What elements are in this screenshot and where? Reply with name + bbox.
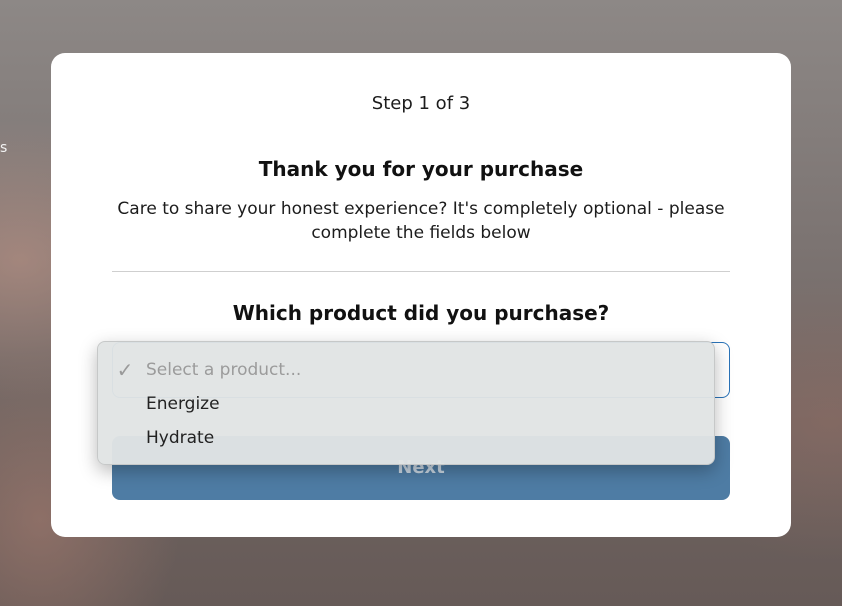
divider [112,271,730,272]
product-dropdown-menu: ✓ Select a product... Energize Hydrate [97,341,715,465]
dropdown-option-label: Select a product... [146,360,302,380]
subtitle-line-1: Care to share your honest experience? It… [117,199,725,219]
dropdown-option-select-a-product[interactable]: ✓ Select a product... [98,353,714,387]
dropdown-option-label: Energize [146,394,220,414]
dropdown-option-hydrate[interactable]: Hydrate [98,421,714,455]
dropdown-option-energize[interactable]: Energize [98,387,714,421]
checkmark-icon: ✓ [116,358,134,382]
modal-title: Thank you for your purchase [258,157,584,181]
product-question: Which product did you purchase? [232,301,610,325]
step-indicator: Step 1 of 3 [371,93,471,114]
dropdown-option-label: Hydrate [146,428,215,448]
modal-subtitle: Care to share your honest experience? It… [111,197,731,245]
subtitle-line-2: complete the fields below [311,223,531,243]
background-text-fragment: s [0,140,8,156]
